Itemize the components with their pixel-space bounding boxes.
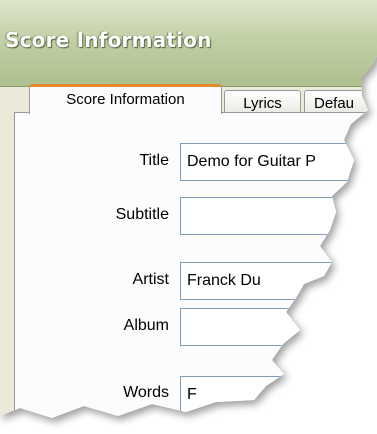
subtitle-field[interactable]	[180, 197, 377, 235]
window-title: Score Information	[5, 28, 212, 52]
words-label: Words	[123, 384, 169, 401]
torn-paper-frame: Score Information Score Information Lyri…	[0, 0, 377, 434]
album-label: Album	[123, 317, 169, 334]
subtitle-label: Subtitle	[115, 206, 169, 223]
words-field[interactable]: F	[180, 376, 377, 414]
dialog-clip: Score Information Score Information Lyri…	[0, 0, 377, 418]
window-titlebar[interactable]: Score Information	[0, 0, 377, 87]
screenshot-stage: Score Information Score Information Lyri…	[0, 0, 377, 434]
artist-label: Artist	[132, 271, 169, 288]
title-label: Title	[139, 152, 169, 169]
tab-score-information[interactable]: Score Information	[29, 84, 222, 114]
artist-field[interactable]: Franck Du	[180, 262, 377, 300]
title-field[interactable]: Demo for Guitar P	[180, 143, 377, 181]
album-field[interactable]	[180, 308, 377, 346]
